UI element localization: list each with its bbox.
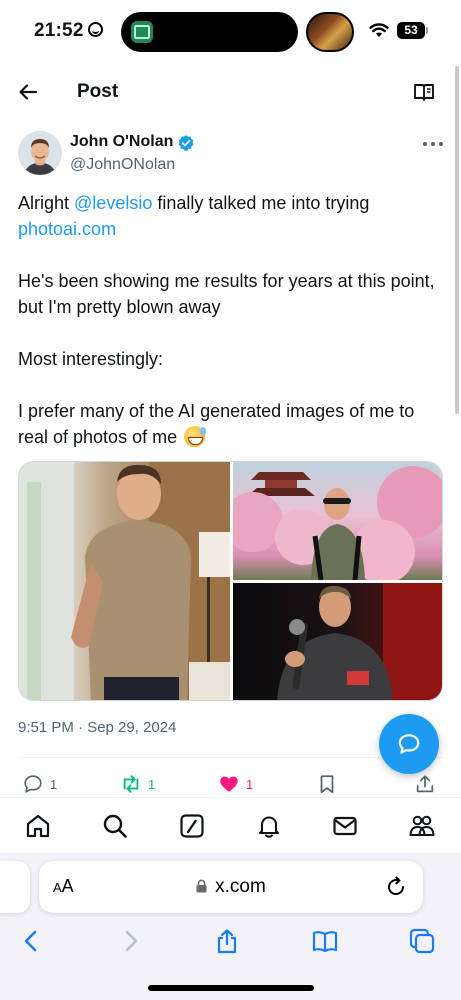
post-paragraph-2: He's been showing me results for years a… [18, 271, 435, 317]
live-activity-app-icon [131, 21, 153, 43]
repost-button[interactable]: 1 [120, 772, 155, 796]
browser-forward-icon[interactable] [117, 927, 145, 955]
avatar[interactable] [18, 131, 62, 175]
reply-icon [24, 775, 42, 793]
back-arrow-icon[interactable] [16, 80, 40, 104]
status-bar: 21:52 53 [0, 0, 461, 62]
status-time: 21:52 [34, 20, 103, 42]
post-paragraph-1: Alright @levelsio finally talked me into… [18, 193, 370, 239]
media-photo-2[interactable] [233, 462, 442, 580]
photo-man-in-sweater [19, 462, 230, 700]
scroll-indicator[interactable] [455, 66, 459, 414]
search-icon[interactable] [101, 812, 129, 840]
post-text: Alright @levelsio finally talked me into… [18, 190, 443, 476]
browser-chrome: AA x.com [0, 853, 461, 1000]
repost-icon [123, 775, 139, 793]
share-icon [416, 775, 434, 793]
repost-count: 1 [148, 776, 156, 792]
live-activity-thumbnail[interactable] [306, 12, 354, 52]
author-name[interactable]: John O'Nolan [70, 133, 173, 151]
bookmark-icon [320, 775, 334, 794]
post-timestamp[interactable]: 9:51 PM · Sep 29, 2024 [18, 719, 176, 736]
reply-count: 1 [50, 776, 58, 792]
browser-back-icon[interactable] [17, 927, 45, 955]
browser-toolbar [0, 923, 461, 963]
home-icon[interactable] [24, 812, 52, 840]
communities-icon[interactable] [408, 812, 436, 840]
previous-tab-peek[interactable] [0, 861, 30, 913]
lock-icon [196, 879, 207, 893]
verified-badge-icon[interactable] [177, 134, 195, 152]
grinning-sweat-emoji-icon [184, 426, 207, 447]
photo-cherry-blossom [233, 466, 442, 580]
battery-icon: 53 [397, 22, 425, 39]
divider [18, 757, 443, 758]
envelope-icon[interactable] [331, 812, 359, 840]
bookmark-button[interactable] [316, 772, 338, 796]
dynamic-island[interactable] [121, 12, 298, 52]
share-button[interactable] [414, 772, 436, 796]
browser-share-icon[interactable] [213, 927, 241, 955]
wifi-icon [369, 23, 389, 37]
browser-tabs-icon[interactable] [408, 927, 436, 955]
avatar-image [18, 131, 62, 175]
home-indicator[interactable] [148, 985, 314, 991]
media-photo-1[interactable] [19, 462, 230, 700]
more-options-icon[interactable] [421, 136, 445, 152]
address-bar[interactable]: AA x.com [39, 861, 423, 913]
post-header: Post [0, 70, 461, 114]
bottom-tab-bar [0, 797, 461, 853]
media-grid [18, 461, 443, 701]
url-display[interactable]: x.com [39, 876, 423, 898]
mention-link[interactable]: @levelsio [74, 193, 152, 213]
like-count: 1 [246, 776, 254, 792]
chat-bubble-icon [398, 734, 420, 754]
reply-button[interactable]: 1 [22, 772, 57, 796]
bell-icon[interactable] [255, 812, 283, 840]
url-text: x.com [215, 876, 266, 897]
post-actions: 1 1 1 [0, 768, 461, 800]
photo-speaker-with-microphone [277, 583, 442, 700]
like-button[interactable]: 1 [218, 772, 253, 796]
reload-icon[interactable] [384, 875, 408, 899]
page-title: Post [77, 81, 119, 102]
url-link[interactable]: photoai.com [18, 219, 116, 239]
heart-icon [220, 776, 238, 792]
author-handle[interactable]: @JohnONolan [70, 156, 175, 174]
compose-reply-fab[interactable] [379, 714, 439, 774]
battery-tip [426, 27, 428, 34]
reader-book-icon[interactable] [412, 80, 436, 104]
focus-smiley-icon [87, 22, 103, 37]
post-paragraph-4: I prefer many of the AI generated images… [18, 401, 415, 447]
browser-bookmarks-icon[interactable] [311, 927, 339, 955]
compose-icon[interactable] [178, 812, 206, 840]
media-photo-3[interactable] [233, 583, 442, 700]
post-paragraph-3: Most interestingly: [18, 349, 164, 369]
